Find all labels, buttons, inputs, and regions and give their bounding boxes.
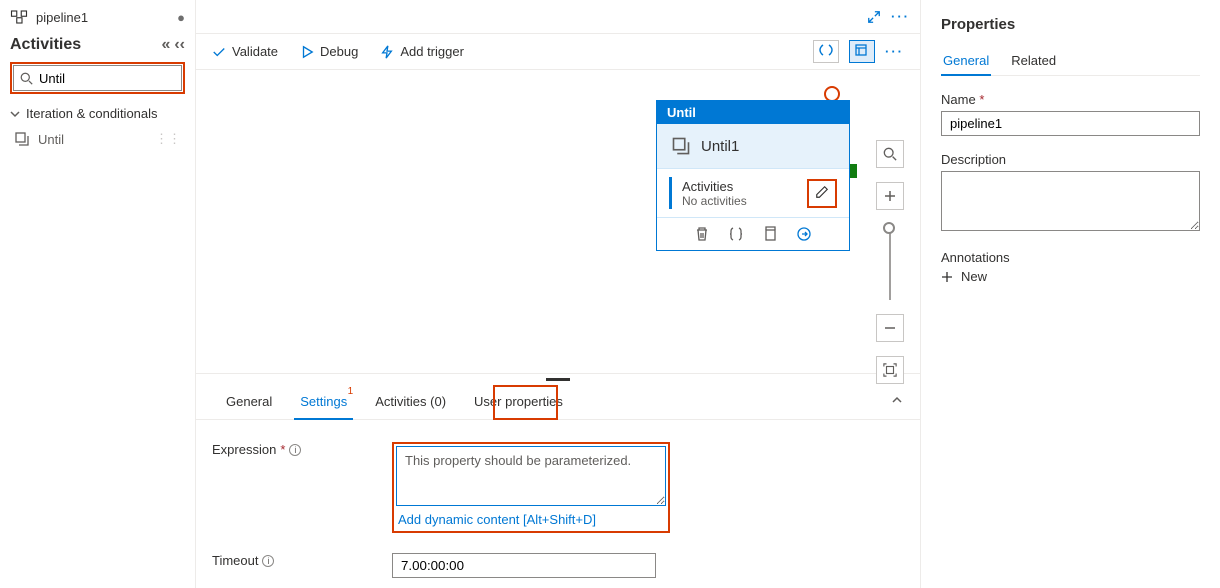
zoom-out-button[interactable]: [876, 314, 904, 342]
until-icon: [671, 136, 691, 156]
activities-heading: Activities: [10, 36, 81, 54]
collapse-all-icon[interactable]: «: [161, 36, 170, 54]
collapse-panel-button[interactable]: [890, 393, 904, 410]
node-type-label: Until: [657, 101, 849, 124]
expand-icon[interactable]: [867, 10, 881, 24]
delete-icon[interactable]: [694, 226, 710, 242]
debug-button[interactable]: Debug: [300, 44, 358, 59]
category-iteration[interactable]: Iteration & conditionals: [10, 106, 185, 121]
tab-general[interactable]: General: [212, 384, 286, 419]
tab-name: pipeline1: [36, 10, 169, 25]
node-name-label: Until1: [701, 138, 739, 155]
properties-toggle-button[interactable]: [849, 40, 875, 63]
validate-button[interactable]: Validate: [212, 44, 278, 59]
drag-handle-icon[interactable]: ⋮⋮: [155, 131, 181, 147]
braces-icon[interactable]: [728, 226, 744, 242]
chevron-down-icon: [10, 109, 20, 119]
resize-handle[interactable]: [196, 374, 920, 384]
search-icon: [20, 72, 33, 85]
highlight-box: [493, 385, 558, 420]
properties-tab-related[interactable]: Related: [1009, 47, 1058, 75]
play-icon: [300, 45, 314, 59]
tab-settings[interactable]: Settings 1: [286, 384, 361, 419]
add-dynamic-content-link[interactable]: Add dynamic content [Alt+Shift+D]: [396, 510, 666, 529]
more-icon[interactable]: ···: [891, 9, 910, 24]
dirty-indicator: ●: [177, 10, 185, 25]
plus-icon: [884, 190, 896, 202]
no-activities-label: No activities: [682, 194, 807, 208]
properties-title: Properties: [941, 16, 1200, 33]
copy-icon[interactable]: [762, 226, 778, 242]
toolbar-more-icon[interactable]: ···: [885, 44, 904, 59]
settings-error-badge: 1: [348, 386, 354, 397]
activities-label: Activities: [682, 179, 807, 194]
pencil-icon: [815, 185, 829, 199]
activity-item-until[interactable]: Until ⋮⋮: [10, 127, 185, 151]
pipeline-icon: [10, 8, 28, 26]
name-input[interactable]: [941, 111, 1200, 136]
plus-icon: [941, 271, 953, 283]
fit-icon: [883, 363, 897, 377]
properties-tab-general[interactable]: General: [941, 47, 991, 76]
expression-input[interactable]: This property should be parameterized.: [396, 446, 666, 506]
description-input[interactable]: [941, 171, 1200, 231]
tab-activities[interactable]: Activities (0): [361, 384, 460, 419]
until-node[interactable]: Until Until1 Activities No activities: [656, 100, 850, 251]
timeout-label: Timeout: [212, 553, 258, 568]
trigger-icon: [380, 45, 394, 59]
code-view-button[interactable]: [813, 40, 839, 63]
output-connector[interactable]: [849, 164, 857, 178]
info-icon[interactable]: i: [289, 444, 301, 456]
activities-search-input[interactable]: [37, 70, 175, 87]
activity-indicator: [669, 177, 672, 209]
annotations-label: Annotations: [941, 250, 1200, 265]
description-label: Description: [941, 152, 1200, 167]
canvas-search-button[interactable]: [876, 140, 904, 168]
edit-activities-button[interactable]: [807, 179, 837, 208]
add-trigger-button[interactable]: Add trigger: [380, 44, 464, 59]
design-canvas[interactable]: Until Until1 Activities No activities: [196, 70, 920, 373]
new-annotation-button[interactable]: New: [941, 269, 1200, 284]
check-icon: [212, 45, 226, 59]
collapse-panel-icon[interactable]: ‹‹: [174, 36, 185, 54]
fit-button[interactable]: [876, 356, 904, 384]
name-field-label: Name: [941, 92, 976, 107]
zoom-slider[interactable]: [889, 224, 891, 300]
minus-icon: [884, 322, 896, 334]
until-icon: [14, 131, 30, 147]
expand-node-icon[interactable]: [796, 226, 812, 242]
zoom-in-button[interactable]: [876, 182, 904, 210]
chevron-up-icon: [890, 393, 904, 407]
expression-label: Expression: [212, 442, 276, 457]
timeout-input[interactable]: [392, 553, 656, 578]
info-icon[interactable]: i: [262, 555, 274, 567]
search-icon: [883, 147, 897, 161]
required-marker: *: [280, 442, 285, 457]
